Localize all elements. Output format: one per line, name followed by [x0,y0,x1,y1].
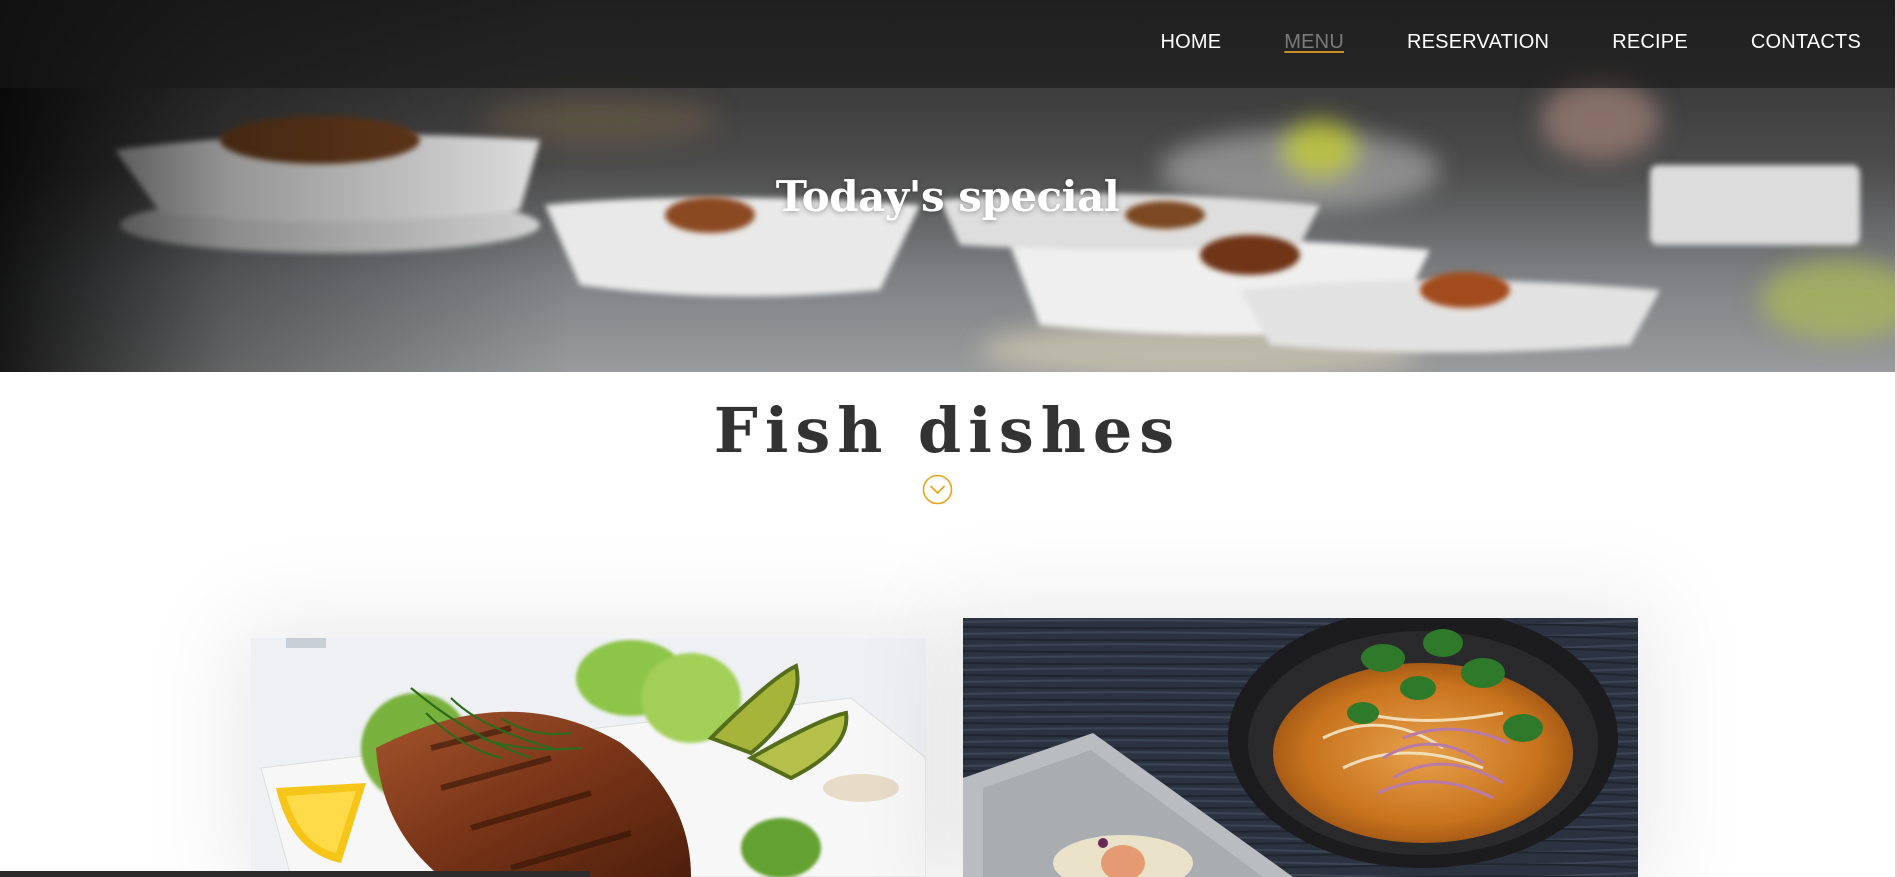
nav-link-home[interactable]: HOME [1160,30,1221,54]
section-title: Fish dishes [713,394,1182,467]
dish-card-salmon[interactable] [251,638,926,877]
dish-card-curry-bowl[interactable] [963,618,1638,877]
bottom-bar [0,871,590,877]
nav-link-menu[interactable]: MENU [1284,30,1344,54]
top-navigation-bar: HOME MENU RESERVATION RECIPE CONTACTS [0,0,1895,88]
nav-link-contacts[interactable]: CONTACTS [1751,30,1861,54]
hero-title: Today's special [775,172,1120,221]
grilled-salmon-image [251,638,926,877]
chevron-down-circle-icon[interactable] [922,474,953,505]
hero-banner: HOME MENU RESERVATION RECIPE CONTACTS To… [0,0,1895,372]
nav-link-reservation[interactable]: RESERVATION [1407,30,1549,54]
nav-menu: HOME MENU RESERVATION RECIPE CONTACTS [1160,30,1861,54]
curry-noodle-bowl-image [963,618,1638,877]
nav-link-recipe[interactable]: RECIPE [1612,30,1688,54]
